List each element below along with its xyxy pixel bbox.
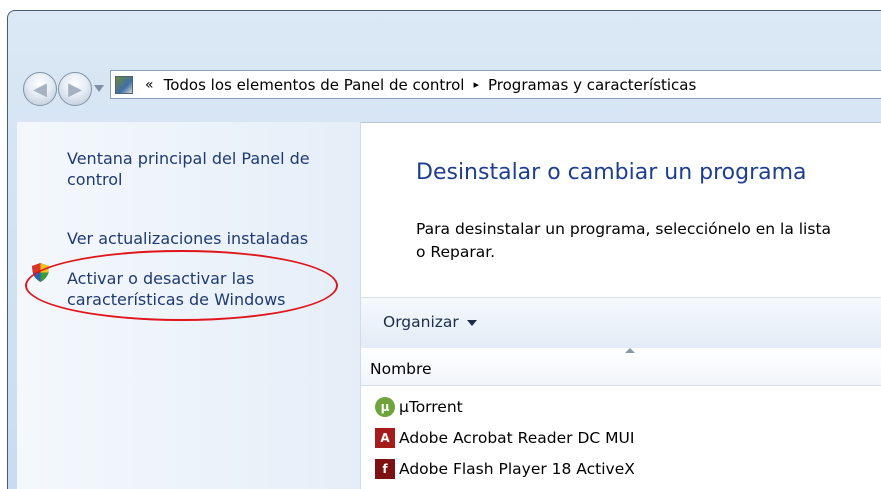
flash-icon: f <box>375 459 395 479</box>
page-title: Desinstalar o cambiar un programa <box>416 160 807 185</box>
forward-button[interactable]: ▶ <box>58 72 92 106</box>
breadcrumb: « Todos los elementos de Panel de contro… <box>133 76 696 94</box>
back-button[interactable]: ◀ <box>23 72 57 106</box>
program-row[interactable]: µ µTorrent <box>375 394 463 420</box>
address-bar[interactable]: « Todos los elementos de Panel de contro… <box>110 70 881 99</box>
description-line-1: Para desinstalar un programa, seleccióne… <box>416 220 832 238</box>
column-header-name[interactable]: Nombre <box>361 348 881 386</box>
program-name: µTorrent <box>399 398 463 416</box>
recent-pages-dropdown[interactable] <box>94 85 104 92</box>
utorrent-icon: µ <box>375 397 395 417</box>
acrobat-icon: A <box>375 428 395 448</box>
column-header-label: Nombre <box>370 360 432 378</box>
page-description: Para desinstalar un programa, seleccióne… <box>416 218 881 264</box>
navigation-bar: ◀ ▶ « Todos los elementos de Panel de co… <box>14 64 881 108</box>
sidebar-link-control-panel-home[interactable]: Ventana principal del Panel de control <box>67 148 352 190</box>
highlight-ellipse <box>25 250 338 321</box>
program-row[interactable]: A Adobe Acrobat Reader DC MUI <box>375 425 634 451</box>
control-panel-icon <box>115 75 133 94</box>
program-row[interactable]: f Adobe Flash Player 18 ActiveX <box>375 456 635 482</box>
breadcrumb-separator-icon[interactable]: ▸ <box>473 78 479 91</box>
breadcrumb-item-all-items[interactable]: Todos los elementos de Panel de control <box>164 76 465 94</box>
description-line-2: o Reparar. <box>416 243 496 261</box>
breadcrumb-item-programs[interactable]: Programas y características <box>488 76 696 94</box>
arrow-right-icon: ▶ <box>68 78 82 100</box>
arrow-left-icon: ◀ <box>33 78 47 100</box>
program-name: Adobe Flash Player 18 ActiveX <box>399 460 635 478</box>
control-panel-window: ◀ ▶ « Todos los elementos de Panel de co… <box>0 0 881 489</box>
breadcrumb-overflow-chevron[interactable]: « <box>145 77 154 93</box>
organize-label: Organizar <box>383 313 459 331</box>
toolbar: Organizar <box>361 297 881 349</box>
dropdown-arrow-icon <box>466 319 477 326</box>
organize-button[interactable]: Organizar <box>383 313 477 331</box>
program-name: Adobe Acrobat Reader DC MUI <box>399 429 635 447</box>
sidebar-link-installed-updates[interactable]: Ver actualizaciones instaladas <box>67 228 308 249</box>
sort-ascending-icon <box>625 348 635 353</box>
